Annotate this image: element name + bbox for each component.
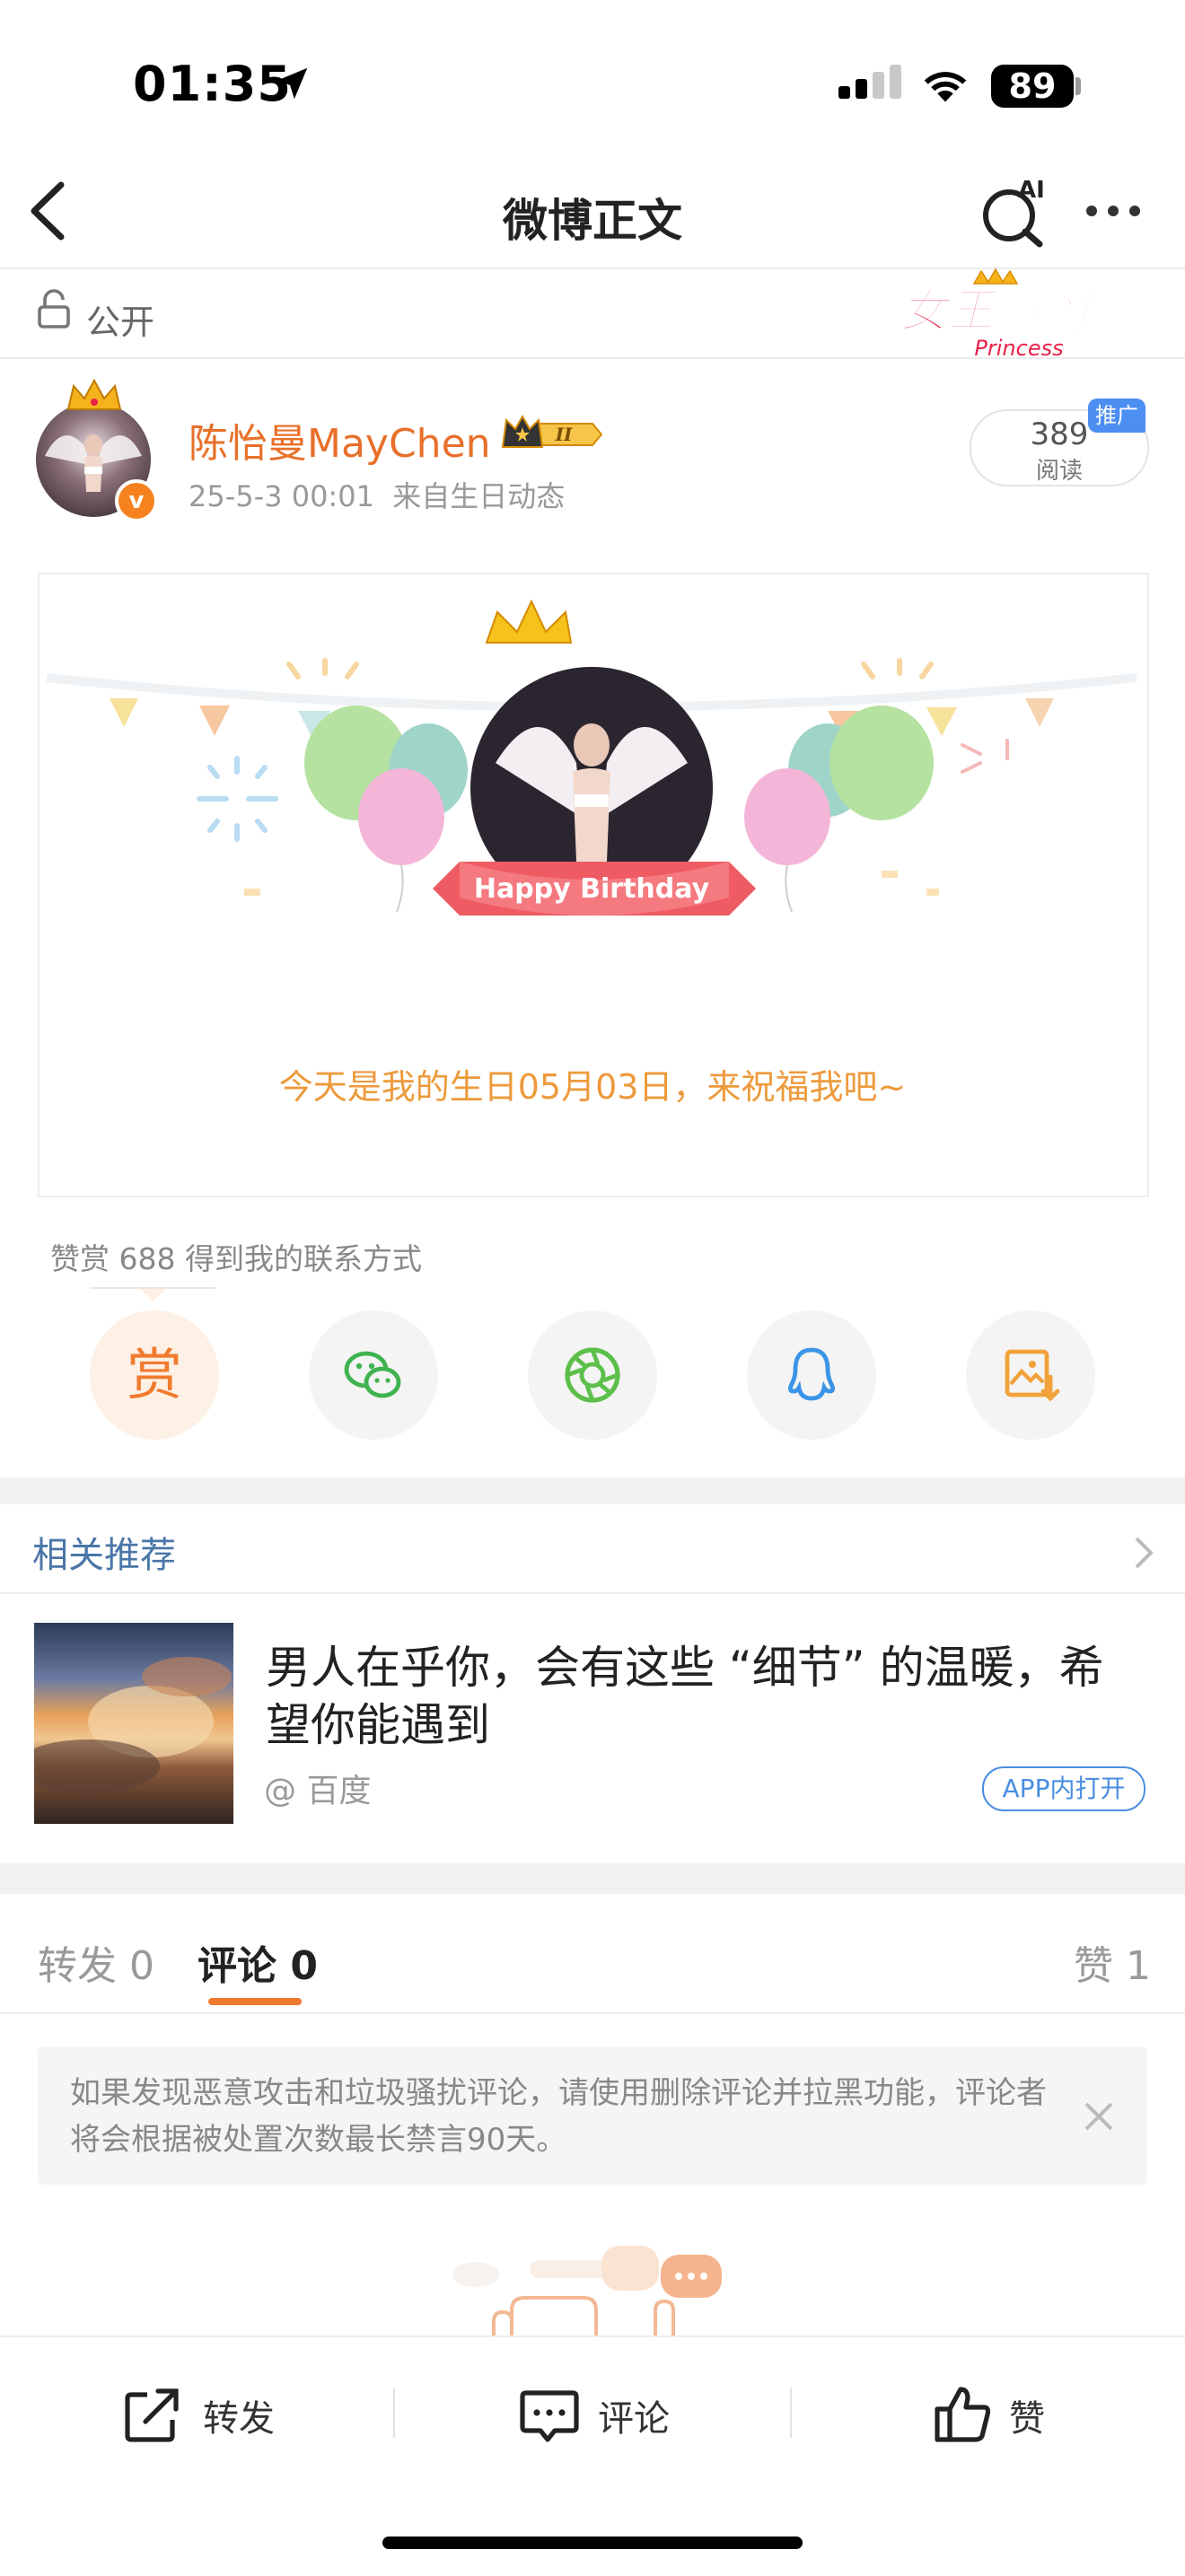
repost-icon[interactable] — [122, 2384, 183, 2445]
birthday-illustration: Happy Birthday — [46, 599, 1137, 916]
birthday-banner: Happy Birthday — [474, 873, 710, 905]
empty-comments-illustration — [452, 2246, 722, 2335]
related-thumbnail[interactable] — [16, 1623, 233, 1824]
moments-aperture-icon — [565, 1347, 620, 1403]
share-moments-button[interactable] — [528, 1310, 657, 1440]
post-timestamp: 25-5-3 00:01 — [189, 479, 374, 513]
related-title: 相关推荐 — [32, 1535, 176, 1576]
reward-icon: 赏 — [126, 1342, 182, 1407]
notice-text: 如果发现恶意攻击和垃圾骚扰评论，请使用删除评论并拉黑功能，评论者将会根据被处置次… — [70, 2075, 1047, 2158]
like-button[interactable]: 赞 — [1009, 2389, 1045, 2441]
visibility-label: 公开 — [86, 302, 155, 342]
ai-label: AI — [1018, 177, 1045, 204]
open-in-app-button[interactable]: APP内打开 — [982, 1766, 1146, 1811]
signin-badge-text: 女王驾到 — [900, 285, 1094, 338]
more-options-icon[interactable] — [1086, 203, 1151, 220]
author-name[interactable]: 陈怡曼MayChen — [189, 411, 491, 469]
tip-caret — [140, 1289, 165, 1301]
post-meta: 25-5-3 00:01 来自生日动态 — [189, 474, 565, 515]
cellular-signal-icon — [838, 65, 907, 99]
save-image-button[interactable] — [966, 1310, 1095, 1440]
vip-crown-badge-icon: II — [501, 414, 603, 448]
repost-button[interactable]: 转发 — [203, 2389, 275, 2441]
section-gap — [0, 1477, 1185, 1504]
reward-tip: 赞赏 688 得到我的联系方式 — [50, 1241, 422, 1276]
battery-level: 89 — [991, 65, 1074, 108]
tab-comment[interactable]: 评论 0 — [198, 1933, 318, 1991]
lock-open-icon — [38, 289, 70, 329]
divider — [0, 1592, 1185, 1594]
battery-tip — [1075, 77, 1081, 95]
location-arrow-icon — [276, 67, 308, 100]
ai-search-icon[interactable]: AI — [979, 176, 1050, 248]
chevron-right-icon[interactable] — [1133, 1535, 1154, 1571]
share-qq-button[interactable] — [747, 1310, 876, 1440]
home-indicator — [382, 2537, 803, 2549]
queen-signin-badge: 女王驾到 Princess — [900, 267, 1095, 361]
divider — [0, 2012, 1185, 2014]
divider — [0, 357, 1185, 359]
toolbar-divider — [790, 2388, 792, 2438]
qq-penguin-icon — [788, 1347, 835, 1401]
reward-button[interactable]: 赏 — [90, 1310, 219, 1440]
vip-level: II — [555, 424, 573, 445]
thumbs-up-icon[interactable] — [932, 2384, 993, 2445]
comment-button[interactable]: 评论 — [598, 2389, 670, 2441]
post-source: 来自生日动态 — [392, 479, 566, 513]
promote-tag[interactable]: 推广 — [1088, 399, 1146, 433]
save-image-icon — [1005, 1349, 1060, 1402]
tab-repost[interactable]: 转发 0 — [38, 1933, 154, 1991]
birthday-message: 今天是我的生日05月03日，来祝福我吧~ — [278, 1067, 907, 1107]
tab-like[interactable]: 赞 1 — [1074, 1933, 1151, 1991]
toolbar-divider — [393, 2388, 395, 2438]
verified-badge-icon: v — [115, 479, 158, 522]
share-wechat-button[interactable] — [309, 1310, 438, 1440]
related-headline[interactable]: 男人在乎你，会有这些 “细节” 的温暖，希望你能遇到 — [266, 1639, 1128, 1754]
crown-icon — [66, 378, 122, 410]
status-time: 01:35 — [133, 56, 292, 112]
comment-icon[interactable] — [519, 2384, 580, 2445]
tab-active-indicator — [208, 1998, 302, 2005]
related-source: @ 百度 — [264, 1773, 372, 1809]
wechat-icon — [344, 1351, 401, 1398]
wifi-icon — [924, 72, 967, 102]
section-gap — [0, 1863, 1185, 1894]
close-icon[interactable] — [1081, 2098, 1117, 2134]
read-label: 阅读 — [1035, 458, 1083, 485]
